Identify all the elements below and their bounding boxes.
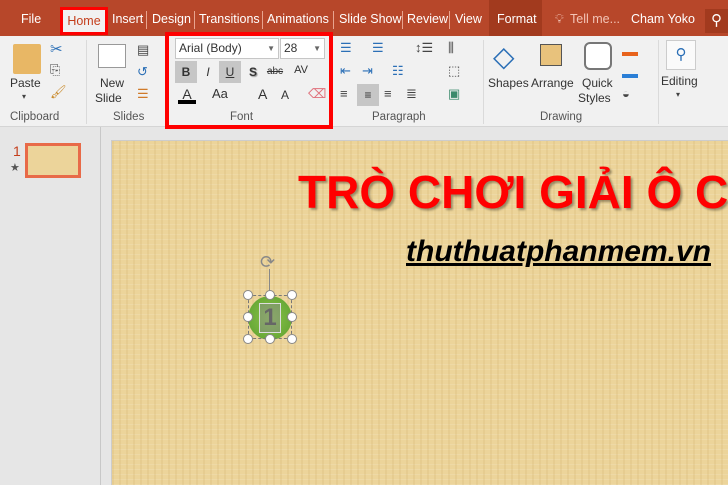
tab-design[interactable]: Design bbox=[152, 12, 191, 26]
smartart-icon[interactable]: ▣ bbox=[448, 86, 460, 102]
resize-handle[interactable] bbox=[265, 334, 275, 344]
font-group-highlight bbox=[165, 32, 333, 129]
group-label-slides: Slides bbox=[113, 111, 145, 123]
section-icon[interactable]: ☰ bbox=[137, 86, 149, 102]
text-direction-icon[interactable]: ⫼ bbox=[448, 40, 454, 56]
shapes-button[interactable]: Shapes bbox=[488, 76, 529, 90]
group-separator bbox=[86, 40, 87, 124]
animation-star-icon: ★ bbox=[10, 162, 20, 174]
cut-icon[interactable]: ✂ bbox=[50, 40, 63, 58]
tab-transitions[interactable]: Transitions bbox=[199, 12, 260, 26]
line-spacing-icon[interactable]: ↕☰ bbox=[415, 40, 433, 56]
slide-title[interactable]: TRÒ CHƠI GIẢI Ô C bbox=[298, 165, 728, 219]
slide-canvas[interactable]: TRÒ CHƠI GIẢI Ô C thuthuatphanmem.vn 1 ⟳ bbox=[111, 140, 728, 485]
group-label-paragraph: Paragraph bbox=[372, 111, 426, 123]
tab-separator bbox=[262, 11, 263, 29]
tab-animations[interactable]: Animations bbox=[267, 12, 329, 26]
selection-box bbox=[248, 295, 292, 339]
tab-review[interactable]: Review bbox=[407, 12, 448, 26]
align-text-icon[interactable]: ⬚ bbox=[448, 63, 460, 79]
justify-icon[interactable]: ≣ bbox=[406, 86, 417, 102]
align-right-icon[interactable]: ≡ bbox=[384, 86, 392, 101]
resize-handle[interactable] bbox=[243, 290, 253, 300]
chevron-down-icon[interactable]: ▾ bbox=[22, 92, 26, 101]
bullets-icon[interactable]: ☰ bbox=[340, 40, 352, 56]
paste-icon[interactable] bbox=[13, 44, 41, 74]
format-painter-icon[interactable]: 🖌︎ bbox=[50, 84, 67, 100]
resize-handle[interactable] bbox=[265, 290, 275, 300]
tab-insert[interactable]: Insert bbox=[112, 12, 143, 26]
tell-me-search[interactable]: Tell me... bbox=[570, 12, 620, 26]
tab-separator bbox=[333, 11, 334, 29]
resize-handle[interactable] bbox=[243, 334, 253, 344]
slide-thumbnail-pane bbox=[0, 127, 101, 485]
new-slide-label-2[interactable]: Slide bbox=[95, 91, 122, 105]
slide-number: 1 bbox=[13, 143, 21, 159]
resize-handle[interactable] bbox=[243, 312, 253, 322]
increase-indent-icon[interactable]: ⇥ bbox=[362, 63, 373, 79]
tab-separator bbox=[194, 11, 195, 29]
quick-styles-icon[interactable] bbox=[584, 42, 612, 70]
user-name[interactable]: Cham Yoko bbox=[631, 12, 695, 26]
group-separator bbox=[483, 40, 484, 124]
paste-button[interactable]: Paste bbox=[10, 76, 41, 90]
group-label-clipboard: Clipboard bbox=[10, 111, 60, 123]
reset-icon[interactable]: ↺ bbox=[137, 64, 148, 80]
new-slide-icon[interactable] bbox=[98, 44, 126, 68]
find-icon[interactable]: ⚲ bbox=[666, 40, 696, 70]
columns-icon[interactable]: ☷ bbox=[392, 63, 404, 79]
copy-icon[interactable]: ⎘ bbox=[50, 62, 60, 78]
tab-separator bbox=[146, 11, 147, 29]
shape-outline-icon[interactable] bbox=[622, 64, 638, 78]
numbering-icon[interactable]: ☰ bbox=[372, 40, 384, 56]
chevron-down-icon[interactable]: ▾ bbox=[676, 90, 680, 99]
resize-handle[interactable] bbox=[287, 312, 297, 322]
tab-file[interactable]: File bbox=[21, 12, 41, 26]
tab-slide-show[interactable]: Slide Show bbox=[339, 12, 402, 26]
align-left-icon[interactable]: ≡ bbox=[340, 86, 348, 101]
new-slide-label-1[interactable]: New bbox=[100, 76, 124, 90]
resize-handle[interactable] bbox=[287, 334, 297, 344]
align-center-icon[interactable]: ≡ bbox=[357, 84, 379, 106]
tab-view[interactable]: View bbox=[455, 12, 482, 26]
group-separator bbox=[658, 40, 659, 124]
group-label-drawing: Drawing bbox=[540, 111, 583, 123]
arrange-button[interactable]: Arrange bbox=[531, 76, 574, 90]
share-icon[interactable]: ⚲ bbox=[705, 9, 728, 33]
quick-styles-label-2[interactable]: Styles bbox=[578, 91, 611, 105]
resize-handle[interactable] bbox=[287, 290, 297, 300]
editing-button[interactable]: Editing bbox=[661, 74, 698, 88]
shapes-icon[interactable]: ◇ bbox=[493, 40, 515, 73]
slide-subtitle[interactable]: thuthuatphanmem.vn bbox=[406, 235, 711, 269]
tab-separator bbox=[449, 11, 450, 29]
shape-effects-icon[interactable]: ◒ bbox=[622, 86, 630, 101]
quick-styles-label-1[interactable]: Quick bbox=[582, 76, 613, 90]
decrease-indent-icon[interactable]: ⇤ bbox=[340, 63, 351, 79]
rotate-handle-icon[interactable]: ⟳ bbox=[260, 252, 275, 273]
lightbulb-icon: 💡︎ bbox=[555, 12, 564, 26]
tab-home[interactable]: Home bbox=[60, 7, 108, 35]
tab-format[interactable]: Format bbox=[497, 12, 537, 26]
shape-fill-icon[interactable] bbox=[622, 42, 638, 56]
tab-separator bbox=[402, 11, 403, 29]
layout-icon[interactable]: ▤ bbox=[137, 42, 149, 58]
slide-thumbnail[interactable] bbox=[25, 143, 81, 178]
arrange-icon[interactable] bbox=[540, 44, 562, 66]
